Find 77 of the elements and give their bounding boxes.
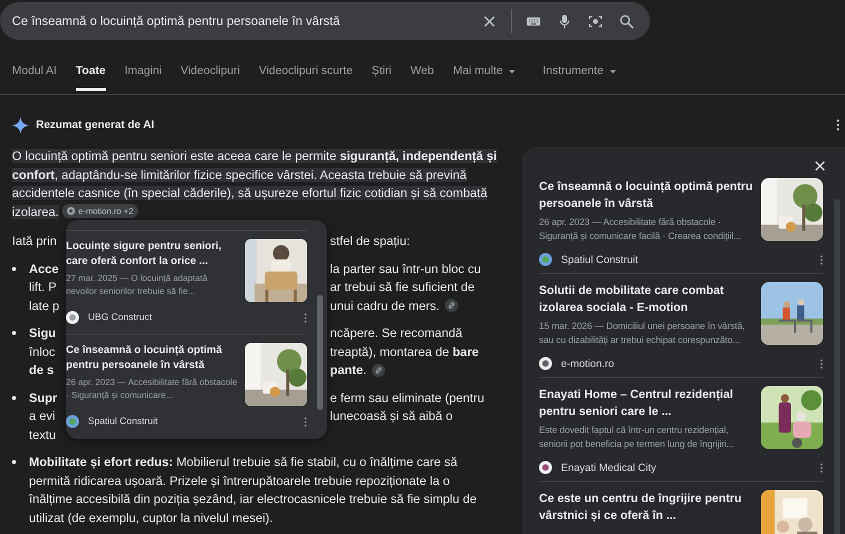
text-fragment: Iată prin [12, 234, 57, 248]
result-title[interactable]: Ce este un centru de îngrijire pentru vârstnici și ce oferă în ... [539, 490, 755, 524]
bullet-dot [12, 266, 16, 271]
text-fragment: Sigu [29, 326, 56, 340]
text-fragment: ncăpere. Se recomandă [330, 325, 462, 342]
text-fragment: lift. P [29, 280, 57, 294]
text-fragment: Supr [29, 390, 58, 404]
site-logo-icon [539, 461, 552, 474]
more-options-icon[interactable] [820, 358, 823, 368]
source-name[interactable]: e-motion.ro [561, 358, 811, 370]
link-icon[interactable] [372, 364, 384, 377]
summary-paragraph: O locuință optimă pentru seniori este aceea care le permite siguranță, independență și confort, adaptându-se limitărilor fizice specifice vârstei. Aceasta trebuie să prevină accidentele casnice (în special căderile), să ușureze efortul fizic cotidian și să combată izolarea. e-motion.ro +2 [12, 148, 498, 220]
caret-icon[interactable] [610, 70, 616, 74]
source-name[interactable]: UBG Construct [88, 312, 295, 323]
text-fragment: stfel de spațiu: [330, 233, 410, 250]
source-name[interactable]: Enayati Medical City [561, 462, 811, 474]
bullet-dot [12, 460, 16, 464]
site-logo-icon [539, 253, 552, 266]
site-logo-icon [66, 311, 79, 324]
sparkle-icon [12, 116, 29, 134]
tab[interactable]: Modul AI [12, 52, 57, 91]
text-fragment: la parter sau într-un bloc cu [330, 260, 481, 278]
search-icon[interactable] [619, 14, 634, 28]
tab[interactable]: Știri [372, 52, 392, 91]
bullet-dot [12, 396, 16, 400]
source-name[interactable]: Spatiul Construit [561, 254, 811, 266]
link-icon[interactable] [444, 299, 458, 312]
text-fragment: ar trebui să fie suficient de [330, 279, 475, 296]
tab[interactable]: Imagini [124, 52, 162, 91]
result-title[interactable]: Enayati Home – Centrul rezidențial pentru seniori care le ... [539, 386, 755, 420]
site-logo-icon [539, 357, 552, 370]
tab[interactable]: Videoclipuri [180, 52, 240, 91]
bullet-dot [12, 331, 16, 336]
source-name[interactable]: Spatiul Construit [88, 416, 295, 427]
text-fragment: textu [29, 428, 56, 442]
tab[interactable]: Mai multe [452, 52, 503, 91]
result-snippet: 27 mar. 2025 — O locuință adaptată nevoilor seniorilor trebuie să fie... [66, 272, 208, 298]
text-fragment: lunecoasă și să aibă o [330, 408, 453, 425]
bullet-text: Mobilitate și efort redus: Mobilierul trebuie să fie stabil, cu o înălțime care să permită ridicarea ușoară. Prizele și întrerupătoarele trebuie repoziționate la o înălțime accesibilă din poziția șezând, iar electrocasnicele trebuie să fie simplu de utilizat (de exemplu, cuptor la nivelul mesei). [29, 454, 478, 527]
more-options-icon[interactable] [820, 462, 823, 472]
section-title: Rezumat generat de AI [36, 119, 154, 131]
site-logo-icon [67, 206, 76, 214]
result-snippet: Este dovedit faptul că într-un centru rezidențial, seniorii pot beneficia pe termen lung de îngrijiri... [539, 424, 735, 451]
more-options-icon[interactable] [304, 416, 307, 426]
more-options-icon[interactable] [304, 312, 307, 322]
tab[interactable]: Videoclipuri scurte [258, 52, 353, 91]
caret-icon[interactable] [508, 70, 515, 74]
text-fragment: pante. [330, 362, 366, 379]
result-snippet: 26 apr. 2023 — Accesibilitate fără obstacole · Siguranță și comunicare... [66, 376, 238, 402]
tab[interactable]: Web [410, 52, 434, 91]
site-logo-icon [66, 415, 79, 428]
scrollbar[interactable] [317, 295, 323, 410]
text-fragment: e ferm sau eliminate (pentru [330, 390, 484, 407]
camera-icon[interactable] [588, 14, 603, 28]
more-options-icon[interactable] [836, 119, 840, 131]
text-fragment: late p [29, 298, 60, 312]
microphone-icon[interactable] [557, 14, 572, 28]
text-fragment: de s [29, 363, 54, 377]
tab[interactable]: Toate [76, 52, 106, 91]
text-fragment: treaptă), montarea de bare [330, 344, 479, 361]
text-fragment: Acce [29, 262, 59, 276]
close-icon[interactable] [814, 160, 826, 172]
search-query[interactable]: Ce înseamnă o locuință optimă pentru persoanele în vârstă [12, 14, 466, 28]
result-title[interactable]: Locuințe sigure pentru seniori, care oferă confort la orice ... [66, 239, 239, 269]
close-icon[interactable] [482, 14, 497, 28]
result-title[interactable]: Solutii de mobilitate care combat izolarea sociala - E-motion [539, 282, 755, 316]
search-bar[interactable]: Ce înseamnă o locuință optimă pentru persoanele în vârstă [0, 2, 650, 40]
source-chip[interactable]: e-motion.ro +2 [62, 204, 138, 218]
more-options-icon[interactable] [820, 254, 823, 264]
text-fragment: unui cadru de mers. [330, 298, 440, 314]
tab[interactable]: Instrumente [542, 52, 604, 91]
result-title[interactable]: Ce înseamnă o locuință optimă pentru persoanele în vârstă [539, 178, 755, 212]
text-fragment: a evi [29, 409, 56, 423]
result-snippet: 26 apr. 2023 — Accesibilitate fără obstacole · Siguranță și comunicare facilă · Crearea condițiil... [539, 216, 742, 243]
text-fragment: înloc [29, 344, 56, 358]
result-title[interactable]: Ce înseamnă o locuință optimă pentru persoanele în vârstă [66, 343, 239, 373]
result-snippet: 15 mar. 2026 — Domiciliul unei persoane în vârstă, sau cu dizabilități ar trebui echipat corespunzăto... [539, 320, 746, 347]
